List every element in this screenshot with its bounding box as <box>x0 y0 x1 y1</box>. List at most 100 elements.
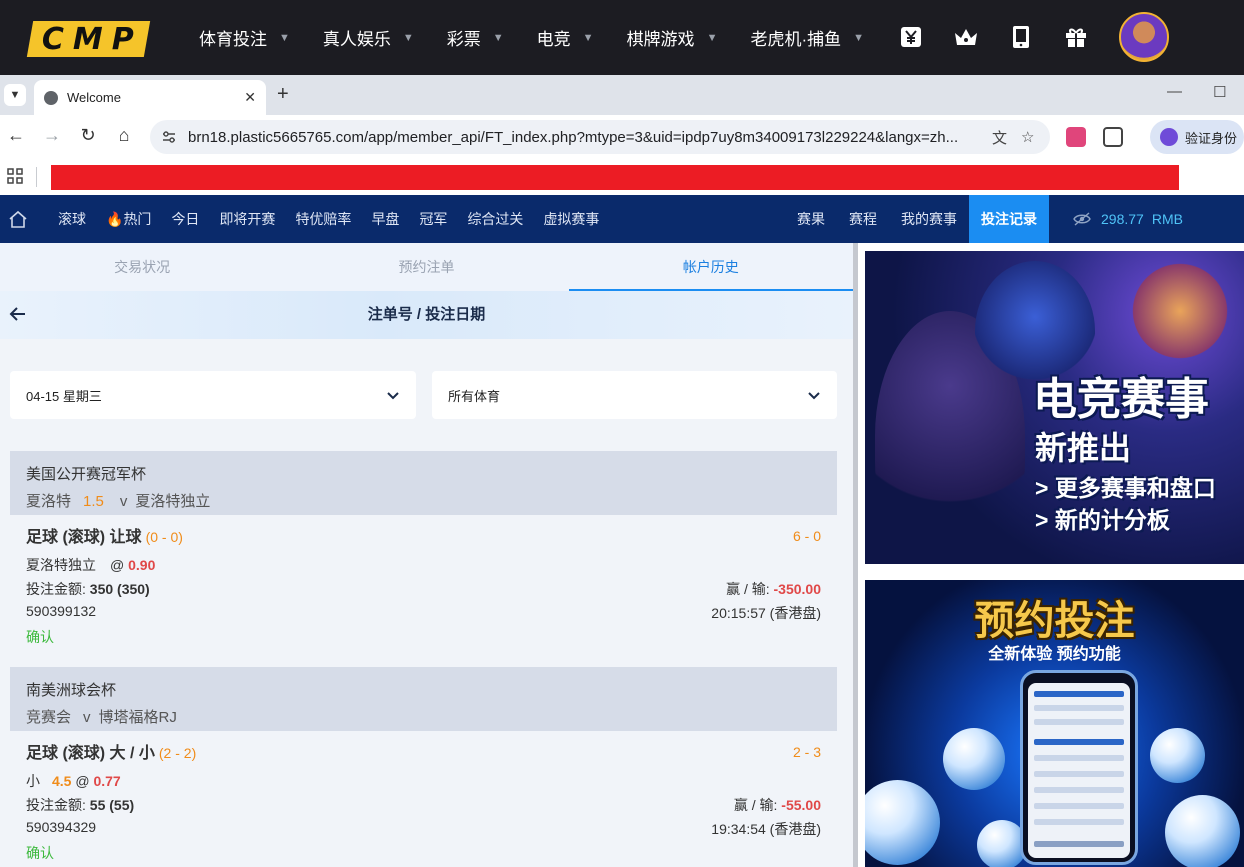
nav-early[interactable]: 早盘 <box>371 209 399 229</box>
gift-icon[interactable] <box>1063 24 1089 50</box>
date-select[interactable]: 04-15 星期三 <box>10 371 416 419</box>
nav-upcoming[interactable]: 即将开赛 <box>219 209 275 229</box>
nav-parlay[interactable]: 综合过关 <box>467 209 523 229</box>
bet-id: 590394329 <box>26 819 97 835</box>
selection-name: 夏洛特独立 <box>26 557 96 573</box>
phone-screen <box>1028 683 1130 858</box>
market-name: 足球 (滚球) 大 / 小 <box>26 745 155 762</box>
bet-status: 确认 <box>26 845 54 861</box>
current-score: 6 - 0 <box>792 528 821 544</box>
home-team: 竞赛会 <box>26 709 72 726</box>
site-logo[interactable]: CMP <box>26 21 151 57</box>
balance-amount: 298.77 <box>1101 211 1144 227</box>
globe-icon <box>44 90 58 105</box>
nav-virtual[interactable]: 虚拟赛事 <box>543 209 599 229</box>
bet-id: 590399132 <box>26 603 97 619</box>
site-nav-live-casino[interactable]: 真人娱乐 ▼ <box>323 25 414 50</box>
balance-display: 298.77 RMB <box>1073 195 1183 243</box>
home-icon[interactable] <box>8 209 28 229</box>
eye-hidden-icon[interactable] <box>1073 212 1091 226</box>
versus-label: v <box>83 709 91 726</box>
date-select-value: 04-15 星期三 <box>26 388 102 404</box>
tab-search-chevron-icon[interactable]: ▼ <box>4 84 26 106</box>
winloss-label: 赢 / 输: <box>726 581 770 597</box>
esports-banner-subtitle: 新推出 <box>1035 430 1132 466</box>
url-text: brn18.plastic5665765.com/app/member_api/… <box>188 128 959 146</box>
phone-screen-row <box>1034 803 1124 809</box>
bet-status: 确认 <box>26 629 54 645</box>
selection-name: 小 <box>26 773 40 789</box>
close-icon[interactable]: ✕ <box>244 89 256 106</box>
chevron-down-icon: ▼ <box>582 31 594 44</box>
home-icon[interactable]: ⌂ <box>112 125 136 146</box>
reload-icon[interactable]: ↻ <box>76 125 100 146</box>
reservation-promo-banner[interactable]: 预约投注 全新体验 预约功能 <box>865 580 1244 867</box>
page-title: 注单号 / 投注日期 <box>367 306 486 323</box>
tab-account-history[interactable]: 帐户历史 <box>568 243 854 291</box>
user-avatar[interactable] <box>1119 12 1169 62</box>
stake-label: 投注金额: <box>26 797 86 813</box>
bet-stake: 投注金额: 350 (350) <box>26 579 150 599</box>
bookmarks-bar <box>0 159 1244 195</box>
soccer-ball-art <box>1165 795 1240 867</box>
puzzle-icon[interactable] <box>1103 127 1123 147</box>
nav-hot[interactable]: 🔥热门 <box>106 209 151 229</box>
site-nav-esports[interactable]: 电竞 ▼ <box>537 25 594 50</box>
handicap-value: 1.5 <box>83 493 104 510</box>
phone-icon[interactable] <box>1008 24 1034 50</box>
apps-grid-icon[interactable] <box>7 168 23 184</box>
browser-tab-strip: ▼ Welcome ✕ + — ☐ <box>0 75 1244 115</box>
address-bar[interactable]: brn18.plastic5665765.com/app/member_api/… <box>150 120 1050 154</box>
nav-outright[interactable]: 冠军 <box>419 209 447 229</box>
extension-icon[interactable] <box>1066 127 1086 147</box>
market-name: 足球 (滚球) 让球 <box>26 529 142 546</box>
back-icon[interactable]: ← <box>4 125 28 146</box>
profile-button[interactable]: 验证身份 <box>1150 120 1244 154</box>
tab-reserved-bets[interactable]: 预约注单 <box>284 243 568 291</box>
soccer-ball-art <box>943 728 1005 790</box>
site-nav: 体育投注 ▼ 真人娱乐 ▼ 彩票 ▼ 电竞 ▼ 棋牌游戏 ▼ 老虎机·捕鱼 ▼ <box>199 0 897 75</box>
winloss-label: 赢 / 输: <box>733 797 778 813</box>
browser-tab-title: Welcome <box>67 90 121 105</box>
maximize-icon[interactable]: ☐ <box>1213 83 1226 101</box>
minimize-icon[interactable]: — <box>1167 83 1182 100</box>
nav-my-events[interactable]: 我的赛事 <box>901 209 957 229</box>
nav-live[interactable]: 滚球 <box>58 209 86 229</box>
yen-icon[interactable] <box>898 24 924 50</box>
nav-schedule[interactable]: 赛程 <box>849 209 877 229</box>
esports-banner-bullet: > 更多赛事和盘口 <box>1035 475 1216 501</box>
winloss-amount: -55.00 <box>781 797 821 813</box>
site-nav-label: 电竞 <box>536 30 571 49</box>
league-name: 南美洲球会杯 <box>26 682 117 699</box>
bet-odds: 0.90 <box>128 557 156 573</box>
at-symbol: @ <box>75 773 90 789</box>
current-score: 2 - 3 <box>792 744 821 760</box>
site-nav-card-games[interactable]: 棋牌游戏 ▼ <box>627 25 718 50</box>
nav-boosted-odds[interactable]: 特优赔率 <box>295 209 351 229</box>
nav-bet-history[interactable]: 投注记录 <box>969 195 1049 243</box>
reservation-banner-title: 预约投注 <box>974 599 1135 643</box>
phone-mockup-art <box>1020 670 1138 865</box>
tab-transactions[interactable]: 交易状况 <box>0 243 284 291</box>
sport-select[interactable]: 所有体育 <box>432 371 837 419</box>
translate-icon[interactable]: 文 <box>992 127 1007 148</box>
crown-icon[interactable] <box>953 24 979 50</box>
forward-icon[interactable]: → <box>40 125 64 146</box>
esports-promo-banner[interactable]: 电竞赛事 新推出 > 更多赛事和盘口 > 新的计分板 <box>865 251 1244 564</box>
nav-today[interactable]: 今日 <box>171 209 199 229</box>
site-info-icon[interactable] <box>162 130 176 144</box>
chevron-down-icon: ▼ <box>402 31 414 44</box>
match-teams: 竞赛会 v 博塔福格RJ <box>26 706 821 727</box>
site-nav-lottery[interactable]: 彩票 ▼ <box>447 25 504 50</box>
balance-currency: RMB <box>1151 211 1183 227</box>
title-strip: 注单号 / 投注日期 <box>0 291 853 339</box>
winloss-amount: -350.00 <box>773 581 821 597</box>
nav-results[interactable]: 赛果 <box>797 209 825 229</box>
site-header: CMP 体育投注 ▼ 真人娱乐 ▼ 彩票 ▼ 电竞 ▼ 棋牌游戏 ▼ 老虎机·捕鱼 ▼ <box>0 0 1244 75</box>
site-nav-sports[interactable]: 体育投注 ▼ <box>199 25 290 50</box>
new-tab-plus-icon[interactable]: + <box>277 83 289 106</box>
site-nav-slots-fishing[interactable]: 老虎机·捕鱼 ▼ <box>750 25 864 50</box>
versus-label: v <box>119 493 128 510</box>
bookmark-star-icon[interactable]: ☆ <box>1021 128 1034 146</box>
browser-tab[interactable]: Welcome ✕ <box>34 80 266 115</box>
